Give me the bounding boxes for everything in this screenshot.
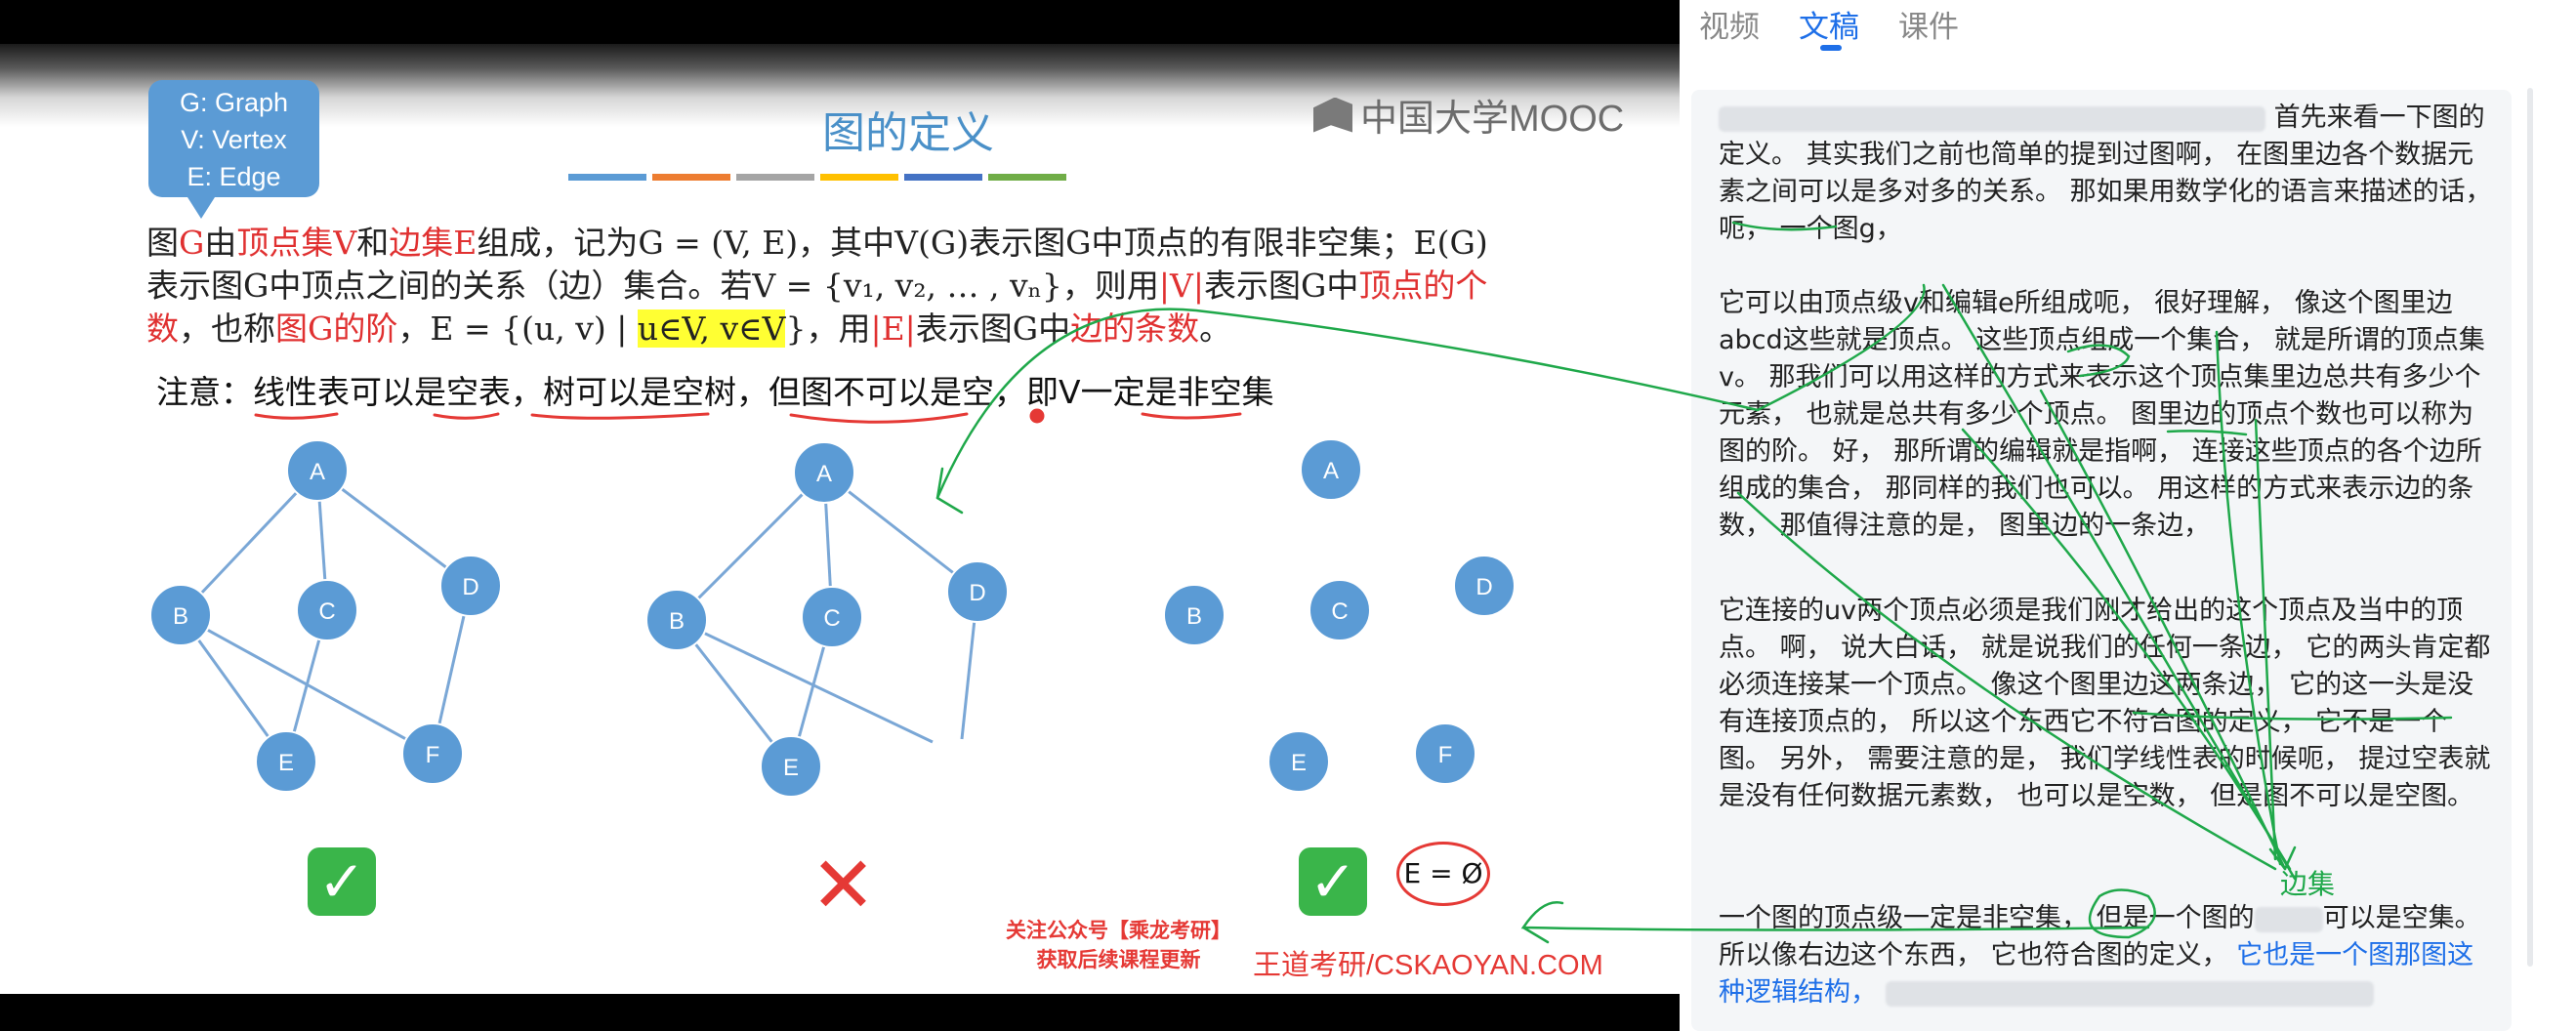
svg-text:D: D	[462, 574, 478, 600]
blurred-text	[2254, 906, 2323, 932]
graph-2-node-b: B	[645, 589, 708, 651]
svg-text:B: B	[669, 608, 685, 635]
graph-3-node-b: B	[1163, 584, 1226, 646]
graph-3-node-d: D	[1453, 555, 1516, 617]
graph-1-node-a: A	[286, 439, 349, 502]
wechat-line-1: 关注公众号【乘龙考研】	[1006, 919, 1231, 942]
svg-text:B: B	[1186, 603, 1202, 630]
svg-text:F: F	[426, 742, 440, 768]
transcript-pane[interactable]: 首先来看一下图的定义。 其实我们之前也简单的提到过图啊， 在图里边各个数据元素之…	[1691, 90, 2512, 1031]
svg-text:E: E	[1291, 750, 1307, 776]
graph-3-node-f: F	[1414, 722, 1476, 785]
side-panel: 视频 文稿 课件 首先来看一下图的定义。 其实我们之前也简单的提到过图啊， 在图…	[1680, 0, 2576, 1031]
svg-text:D: D	[969, 580, 985, 606]
video-player[interactable]: G: Graph V: Vertex E: Edge 图的定义 中国大学MOOC…	[0, 0, 1680, 1031]
wechat-line-2: 获取后续课程更新	[1036, 948, 1201, 971]
graph-2-node-e: E	[760, 735, 822, 798]
tab-transcript[interactable]: 文稿	[1799, 0, 1859, 59]
svg-text:E: E	[783, 755, 799, 781]
svg-text:B: B	[173, 603, 188, 630]
transcript-paragraph[interactable]: 它连接的uv两个顶点必须是我们刚才给出的这个顶点及当中的顶点。 啊， 说大白话，…	[1719, 593, 2492, 815]
graph-1-node-e: E	[255, 730, 317, 793]
cross-mark-icon: ✕	[810, 840, 877, 930]
svg-text:E: E	[278, 750, 294, 776]
graph-3-node-e: E	[1267, 730, 1330, 793]
svg-text:D: D	[1475, 574, 1492, 600]
empty-edge-set-label: E = Ø	[1396, 842, 1490, 906]
graph-1-node-f: F	[401, 722, 464, 785]
transcript-paragraph[interactable]: 一个图的顶点级一定是非空集， 但是一个图的 可以是空集。 所以像右边这个东西， 它…	[1719, 900, 2492, 1011]
graph-1-node-b: B	[149, 584, 212, 646]
site-watermark: 王道考研/CSKAOYAN.COM	[1253, 950, 1603, 981]
svg-text:F: F	[1438, 742, 1453, 768]
graph-3-node-a: A	[1300, 438, 1362, 501]
check-mark-icon: ✓	[1299, 847, 1367, 916]
paragraph-text: 它连接的uv两个顶点必须是我们刚才给出的这个顶点及当中的顶点。 啊， 说大白话，…	[1719, 596, 2491, 811]
graph-1-node-d: D	[439, 555, 502, 617]
graph-2-node-d: D	[946, 560, 1009, 623]
paragraph-text: 它可以由顶点级v和编辑e所组成呃， 很好理解， 像这个图里边abcd这些就是顶点…	[1719, 288, 2485, 541]
graph-3-node-c: C	[1309, 579, 1371, 641]
wechat-promo: 关注公众号【乘龙考研】 获取后续课程更新	[1006, 916, 1231, 974]
graph-1-node-c: C	[296, 579, 358, 641]
graph-2-node-a: A	[793, 441, 855, 504]
transcript-paragraph[interactable]: 首先来看一下图的定义。 其实我们之前也简单的提到过图啊， 在图里边各个数据元素之…	[1719, 100, 2492, 248]
panel-tabs: 视频 文稿 课件	[1699, 0, 1959, 59]
tab-video[interactable]: 视频	[1699, 0, 1760, 59]
check-mark-icon: ✓	[308, 847, 376, 916]
svg-text:C: C	[1331, 598, 1348, 625]
svg-text:A: A	[816, 461, 832, 487]
edge-a-b	[675, 471, 826, 622]
transcript-scrollbar[interactable]	[2527, 88, 2533, 967]
paragraph-text: 一个图的顶点级一定是非空集， 但是一个图的	[1719, 903, 2255, 933]
svg-text:C: C	[823, 605, 840, 632]
svg-text:A: A	[1323, 458, 1339, 484]
transcript-paragraph[interactable]: 它可以由顶点级v和编辑e所组成呃， 很好理解， 像这个图里边abcd这些就是顶点…	[1719, 285, 2492, 545]
graph-2-node-c: C	[801, 586, 863, 648]
blurred-text	[1719, 105, 2265, 132]
svg-text:C: C	[318, 598, 335, 625]
tab-courseware[interactable]: 课件	[1898, 0, 1959, 59]
svg-text:A: A	[310, 459, 325, 485]
video-bottom-bar	[0, 994, 1680, 1031]
blurred-text	[1885, 980, 2374, 1007]
dangling-edge-b	[676, 618, 934, 744]
